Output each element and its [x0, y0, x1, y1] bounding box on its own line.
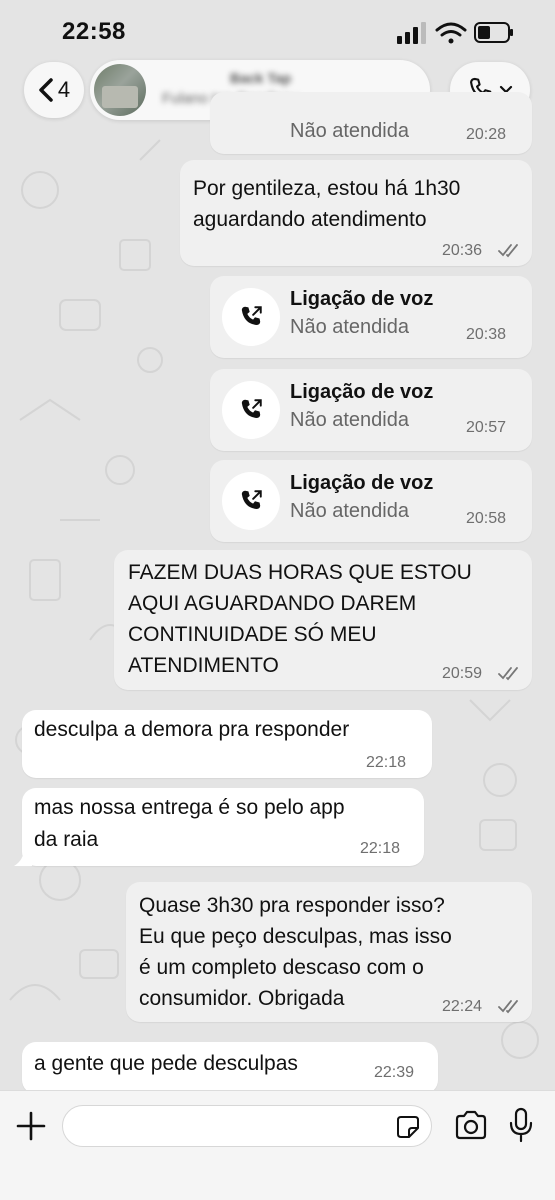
outgoing-call-icon [241, 306, 262, 326]
incoming-message[interactable]: mas nossa entrega é so pelo app da raia … [22, 788, 424, 866]
composer-bar [0, 1090, 555, 1200]
back-button[interactable]: 4 [24, 62, 84, 118]
message-line: a gente que pede desculpas [34, 1052, 298, 1075]
message-line: consumidor. Obrigada [139, 987, 345, 1010]
status-icons [397, 22, 513, 44]
microphone-icon[interactable] [508, 1107, 534, 1143]
message-line: Quase 3h30 pra responder isso? [139, 894, 445, 917]
outgoing-message[interactable]: Por gentileza, estou há 1h30 aguardando … [180, 160, 532, 266]
double-check-icon [498, 1000, 518, 1014]
avatar [94, 64, 146, 116]
call-bubble[interactable]: Não atendida 20:28 [210, 92, 532, 154]
incoming-message[interactable]: a gente que pede desculpas 22:39 [22, 1042, 438, 1094]
sticker-icon[interactable] [395, 1114, 421, 1140]
call-bubble[interactable]: Ligação de voz Não atendida 20:58 [210, 460, 532, 542]
call-bubble[interactable]: Ligação de voz Não atendida 20:38 [210, 276, 532, 358]
message-time: 22:18 [360, 840, 401, 857]
call-status: Não atendida [290, 500, 409, 522]
call-title: Ligação de voz [290, 472, 434, 494]
message-line: da raia [34, 828, 99, 851]
call-bubble[interactable]: Ligação de voz Não atendida 20:57 [210, 369, 532, 451]
message-time: 20:59 [442, 665, 483, 682]
call-status: Não atendida [290, 316, 409, 338]
contact-name: Back Tap [230, 70, 292, 86]
double-check-icon [498, 667, 518, 681]
message-line: FAZEM DUAS HORAS QUE ESTOU [128, 561, 472, 584]
outgoing-call-icon [241, 490, 262, 510]
signal-icon [397, 22, 426, 44]
message-time: 20:38 [466, 326, 507, 343]
bubble-tail [14, 848, 32, 866]
chevron-left-icon [39, 78, 53, 102]
message-line: CONTINUIDADE SÓ MEU [128, 623, 377, 646]
message-line: Por gentileza, estou há 1h30 [193, 177, 461, 200]
message-line: Eu que peço desculpas, mas isso [139, 925, 452, 948]
message-time: 22:24 [442, 998, 483, 1015]
message-time: 20:28 [466, 126, 507, 143]
message-time: 20:36 [442, 242, 483, 259]
message-line: desculpa a demora pra responder [34, 718, 350, 741]
message-line: aguardando atendimento [193, 208, 427, 231]
message-time: 22:39 [374, 1064, 415, 1081]
message-line: mas nossa entrega é so pelo app [34, 796, 345, 819]
unread-count: 4 [57, 77, 71, 102]
message-line: ATENDIMENTO [128, 654, 279, 677]
call-icon-circle [222, 288, 280, 346]
plus-icon[interactable] [14, 1109, 48, 1143]
incoming-message[interactable]: desculpa a demora pra responder 22:18 [22, 710, 432, 778]
double-check-icon [498, 244, 518, 258]
message-time: 20:58 [466, 510, 507, 527]
call-title: Ligação de voz [290, 288, 434, 310]
message-time: 20:57 [466, 419, 507, 436]
call-icon-circle [222, 472, 280, 530]
call-status: Não atendida [290, 409, 409, 431]
outgoing-call-icon [241, 399, 262, 419]
status-time: 22:58 [62, 18, 126, 45]
call-status: Não atendida [290, 120, 409, 142]
message-line: é um completo descaso com o [139, 956, 424, 979]
battery-icon [474, 22, 513, 43]
message-line: AQUI AGUARDANDO DAREM [128, 592, 417, 615]
message-time: 22:18 [366, 754, 407, 771]
call-icon-circle [222, 381, 280, 439]
outgoing-message[interactable]: FAZEM DUAS HORAS QUE ESTOU AQUI AGUARDAN… [114, 550, 532, 690]
camera-icon[interactable] [454, 1110, 488, 1140]
wifi-icon [435, 22, 467, 44]
call-title: Ligação de voz [290, 381, 434, 403]
message-input[interactable] [62, 1105, 432, 1147]
outgoing-message[interactable]: Quase 3h30 pra responder isso? Eu que pe… [126, 882, 532, 1022]
